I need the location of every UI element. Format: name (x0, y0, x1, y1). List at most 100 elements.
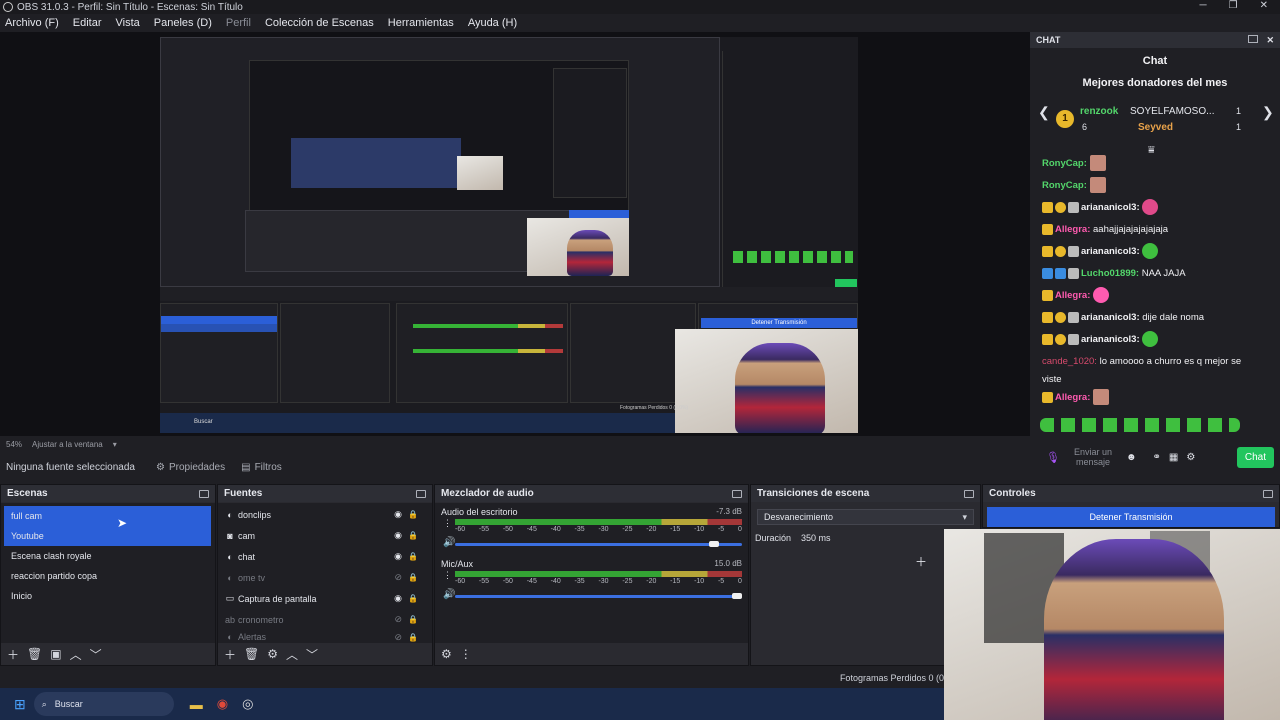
duration-input[interactable]: 350 ms (801, 533, 831, 543)
audio-mixer-dock: Mezclador de audio Audio del escritorio … (434, 484, 749, 666)
eye-hidden-icon[interactable]: ⊘ (394, 572, 402, 583)
chat-input[interactable]: Enviar un mensaje (1068, 447, 1118, 467)
menu-perfil[interactable]: Perfil (226, 17, 251, 29)
lock-icon[interactable]: 🔒 (408, 531, 418, 540)
scene-item[interactable]: reaccion partido copa (4, 566, 211, 586)
rank-badge: 1 (1056, 110, 1074, 128)
microphone-icon[interactable]: 🎙 (1046, 451, 1060, 464)
menu-archivo[interactable]: Archivo (F) (5, 17, 59, 29)
filter-icon[interactable]: ▣ (50, 647, 61, 661)
source-item[interactable]: ab cronometro ⊘ 🔒 (218, 609, 432, 630)
float-icon[interactable] (199, 489, 209, 498)
lock-icon[interactable]: 🔒 (408, 615, 418, 624)
lock-icon[interactable]: 🔒 (408, 573, 418, 582)
float-icon[interactable] (1248, 34, 1259, 43)
eye-icon[interactable]: ◉ (394, 593, 402, 604)
lock-icon[interactable]: 🔒 (408, 552, 418, 561)
menu-paneles[interactable]: Paneles (D) (154, 17, 212, 29)
browser-icon: ◐ (227, 632, 233, 642)
browser-icon: ◐ (227, 509, 233, 520)
eye-icon[interactable]: ◉ (394, 509, 402, 520)
channel-name: Audio del escritorio (441, 507, 518, 517)
add-transition-icon[interactable]: ＋ (915, 553, 927, 570)
source-item[interactable]: ◐ chat ◉ 🔒 (218, 546, 432, 567)
eye-icon[interactable]: ◉ (394, 551, 402, 562)
move-up-icon[interactable]: ︿ (286, 646, 298, 663)
float-icon[interactable] (416, 489, 426, 498)
maximize-icon[interactable]: ❐ (1229, 0, 1238, 11)
float-icon[interactable] (964, 489, 974, 498)
stream-preview[interactable]: Detener Transmisión Buscar Fotogramas Pe… (160, 37, 858, 433)
kebab-menu-icon[interactable]: ⋮ (443, 518, 452, 529)
chat-send-button[interactable]: Chat (1236, 446, 1274, 468)
close-icon[interactable]: ✕ (1260, 0, 1268, 11)
gift-icon[interactable]: ▦ (1169, 452, 1178, 463)
eye-icon[interactable]: ◉ (394, 530, 402, 541)
stop-streaming-button[interactable]: Detener Transmisión (987, 507, 1275, 527)
chevron-left-icon[interactable]: ❮ (1038, 104, 1050, 121)
speaker-icon[interactable]: 🔊 (443, 537, 455, 548)
trash-icon[interactable]: 🗑 (27, 647, 42, 661)
emote-bar[interactable] (1040, 418, 1240, 432)
obs-taskbar-icon[interactable]: ◎ (242, 696, 253, 712)
controls-dock: Controles Detener Transmisión (982, 484, 1280, 528)
trash-icon[interactable]: 🗑 (244, 647, 259, 661)
minimize-icon[interactable]: ─ (1200, 0, 1207, 11)
speaker-icon[interactable]: 🔊 (443, 589, 455, 600)
source-item[interactable]: ◐ Alertas ⊘ 🔒 (218, 630, 432, 644)
kebab-menu-icon[interactable]: ⋮ (443, 570, 452, 581)
settings-icon[interactable]: ⚙ (1186, 452, 1195, 463)
transition-select[interactable]: Desvanecimiento (757, 509, 974, 525)
properties-button[interactable]: ⚙ Propiedades (156, 462, 225, 473)
float-icon[interactable] (1263, 489, 1273, 498)
emoji-icon[interactable]: ☻ (1126, 452, 1137, 463)
fit-window-label[interactable]: Ajustar a la ventana (32, 440, 103, 449)
menu-ayuda[interactable]: Ayuda (H) (468, 17, 517, 29)
gear-icon[interactable]: ⚙ (267, 647, 278, 661)
scene-item[interactable]: Inicio (4, 586, 211, 606)
text-icon: ab (224, 614, 235, 625)
menu-vista[interactable]: Vista (116, 17, 140, 29)
add-scene-icon[interactable]: ＋ (7, 646, 19, 663)
volume-slider-desktop[interactable] (455, 541, 742, 547)
lock-icon[interactable]: 🔒 (408, 633, 418, 642)
menu-editar[interactable]: Editar (73, 17, 102, 29)
folder-icon[interactable]: ▬ (190, 697, 203, 712)
windows-start-icon[interactable]: ⊞ (14, 696, 26, 713)
eye-hidden-icon[interactable]: ⊘ (394, 614, 402, 625)
source-item[interactable]: ◐ donclips ◉ 🔒 (218, 504, 432, 525)
taskbar-search[interactable]: ⌕ Buscar (33, 692, 174, 716)
lock-icon[interactable]: 🔒 (408, 510, 418, 519)
scene-item[interactable]: Youtube (4, 526, 211, 546)
volume-slider-mic[interactable] (455, 593, 742, 599)
filters-button[interactable]: ▤ Filtros (241, 462, 282, 473)
add-source-icon[interactable]: ＋ (224, 646, 236, 663)
duration-row: Duración 350 ms (755, 533, 831, 543)
source-item[interactable]: ◙ cam ◉ 🔒 (218, 525, 432, 546)
source-item[interactable]: ▭ Captura de pantalla ◉ 🔒 (218, 588, 432, 609)
scene-item[interactable]: Escena clash royale (4, 546, 211, 566)
source-item[interactable]: ◐ ome tv ⊘ 🔒 (218, 567, 432, 588)
lock-icon[interactable]: 🔒 (408, 594, 418, 603)
level-meter (455, 571, 742, 577)
menu-herramientas[interactable]: Herramientas (388, 17, 454, 29)
slider-handle[interactable] (732, 593, 742, 599)
kebab-menu-icon[interactable]: ⋮ (460, 647, 472, 661)
menu-coleccion[interactable]: Colección de Escenas (265, 17, 374, 29)
chat-messages: RonyCap: RonyCap: ariananicol3: Allegra:… (1030, 153, 1280, 409)
gear-icon[interactable]: ⚙ (441, 647, 452, 661)
chevron-right-icon[interactable]: ❯ (1262, 104, 1274, 121)
bits-icon[interactable]: ⚭ (1153, 452, 1161, 463)
chrome-icon[interactable]: ◉ (217, 696, 228, 712)
chat-dock-title: CHAT (1036, 35, 1061, 45)
move-up-icon[interactable]: ︿ (70, 646, 82, 663)
move-down-icon[interactable]: ﹀ (90, 646, 102, 663)
close-icon[interactable]: ✕ (1266, 35, 1274, 46)
slider-handle[interactable] (709, 541, 720, 547)
level-meter (455, 519, 742, 525)
move-down-icon[interactable]: ﹀ (306, 646, 318, 663)
eye-hidden-icon[interactable]: ⊘ (394, 632, 402, 643)
scene-item[interactable]: full cam (4, 506, 211, 526)
float-icon[interactable] (732, 489, 742, 498)
chevron-down-icon[interactable]: ▾ (113, 440, 117, 449)
